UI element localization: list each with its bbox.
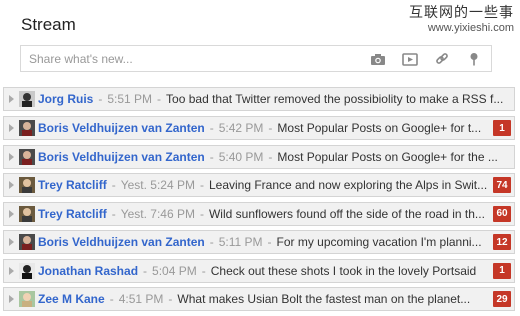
watermark-url: www.yixieshi.com [427, 22, 514, 34]
avatar[interactable] [19, 234, 35, 250]
stream-list: Jorg Ruis - 5:51 PM - Too bad that Twitt… [3, 87, 515, 316]
avatar[interactable] [19, 262, 35, 279]
separator: - [268, 149, 273, 164]
expand-arrow-icon[interactable] [9, 266, 14, 275]
comment-count-badge[interactable]: 1 [493, 120, 511, 136]
expand-arrow-icon[interactable] [9, 209, 14, 218]
expand-arrow-icon[interactable] [9, 295, 14, 303]
post-author[interactable]: Trey Ratcliff [38, 207, 107, 221]
comment-count-badge[interactable]: 60 [493, 205, 511, 222]
comment-count-badge[interactable]: 74 [493, 177, 511, 193]
post-author[interactable]: Boris Veldhuijzen van Zanten [38, 150, 205, 164]
separator: - [267, 235, 272, 249]
post-row[interactable]: Boris Veldhuijzen van Zanten - 5:40 PM -… [3, 144, 515, 169]
separator: - [209, 121, 214, 135]
separator: - [201, 263, 206, 278]
comment-count-badge[interactable]: 1 [493, 262, 511, 279]
location-pin-icon[interactable] [465, 51, 483, 67]
post-row[interactable]: Jonathan Rashad - 5:04 PM - Check out th… [3, 258, 515, 283]
expand-arrow-icon[interactable] [9, 124, 14, 132]
post-snippet: For my upcoming vacation I'm planni... [276, 235, 482, 249]
comment-count-badge[interactable]: 12 [493, 234, 511, 250]
post-snippet: Too bad that Twitter removed the possibi… [166, 92, 504, 106]
post-time[interactable]: Yest. 5:24 PM [121, 178, 195, 192]
share-box[interactable]: Share what's new... [20, 45, 492, 72]
share-toolbar [369, 51, 483, 67]
link-icon[interactable] [433, 51, 451, 67]
post-author[interactable]: Jorg Ruis [38, 92, 93, 106]
post-time[interactable]: Yest. 7:46 PM [121, 207, 195, 221]
post-time[interactable]: 5:11 PM [219, 235, 263, 249]
post-author[interactable]: Boris Veldhuijzen van Zanten [38, 235, 205, 249]
separator: - [209, 149, 214, 164]
expand-arrow-icon[interactable] [9, 152, 14, 161]
stream-title: Stream [21, 15, 76, 34]
separator: - [109, 292, 114, 306]
video-icon[interactable] [401, 51, 419, 67]
separator: - [268, 121, 273, 135]
separator: - [209, 235, 214, 249]
post-time[interactable]: 5:51 PM [107, 92, 152, 106]
avatar[interactable] [19, 91, 35, 107]
watermark: 互联网的一些事 www.yixieshi.com [409, 4, 514, 35]
expand-arrow-icon[interactable] [9, 181, 14, 189]
separator: - [168, 292, 173, 306]
post-author[interactable]: Jonathan Rashad [38, 264, 138, 278]
post-author[interactable]: Zee M Kane [38, 292, 105, 306]
post-time[interactable]: 4:51 PM [119, 292, 164, 306]
avatar[interactable] [19, 120, 35, 136]
separator: - [199, 206, 204, 221]
post-row[interactable]: Boris Veldhuijzen van Zanten - 5:42 PM -… [3, 116, 515, 140]
post-row[interactable]: Jorg Ruis - 5:51 PM - Too bad that Twitt… [3, 87, 515, 111]
post-time[interactable]: 5:04 PM [152, 264, 197, 278]
post-snippet: Wild sunflowers found off the side of th… [208, 206, 485, 221]
avatar[interactable] [19, 205, 35, 222]
share-placeholder[interactable]: Share what's new... [29, 52, 133, 66]
expand-arrow-icon[interactable] [9, 238, 14, 246]
post-snippet: Leaving France and now exploring the Alp… [208, 178, 488, 192]
separator: - [111, 206, 116, 221]
post-author[interactable]: Boris Veldhuijzen van Zanten [38, 121, 205, 135]
separator: - [111, 178, 116, 192]
avatar[interactable] [19, 177, 35, 193]
post-row[interactable]: Zee M Kane - 4:51 PM - What makes Usian … [3, 287, 515, 311]
post-snippet: Most Popular Posts on Google+ for t... [277, 121, 482, 135]
watermark-text: 互联网的一些事 [409, 5, 514, 21]
post-snippet: What makes Usian Bolt the fastest man on… [177, 292, 471, 306]
camera-icon[interactable] [369, 51, 387, 67]
separator: - [157, 92, 162, 106]
post-time[interactable]: 5:42 PM [219, 121, 264, 135]
post-time[interactable]: 5:40 PM [219, 150, 264, 164]
separator: - [98, 92, 103, 106]
separator: - [199, 178, 204, 192]
comment-count-badge[interactable]: 29 [493, 291, 511, 307]
post-row[interactable]: Trey Ratcliff - Yest. 5:24 PM - Leaving … [3, 173, 515, 197]
post-row[interactable]: Trey Ratcliff - Yest. 7:46 PM - Wild sun… [3, 201, 515, 226]
expand-arrow-icon[interactable] [9, 95, 14, 103]
avatar[interactable] [19, 148, 35, 165]
post-author[interactable]: Trey Ratcliff [38, 178, 107, 192]
separator: - [143, 263, 148, 278]
post-row[interactable]: Boris Veldhuijzen van Zanten - 5:11 PM -… [3, 230, 515, 254]
avatar[interactable] [19, 291, 35, 307]
post-snippet: Most Popular Posts on Google+ for the ..… [277, 149, 498, 164]
post-snippet: Check out these shots I took in the love… [210, 263, 477, 278]
